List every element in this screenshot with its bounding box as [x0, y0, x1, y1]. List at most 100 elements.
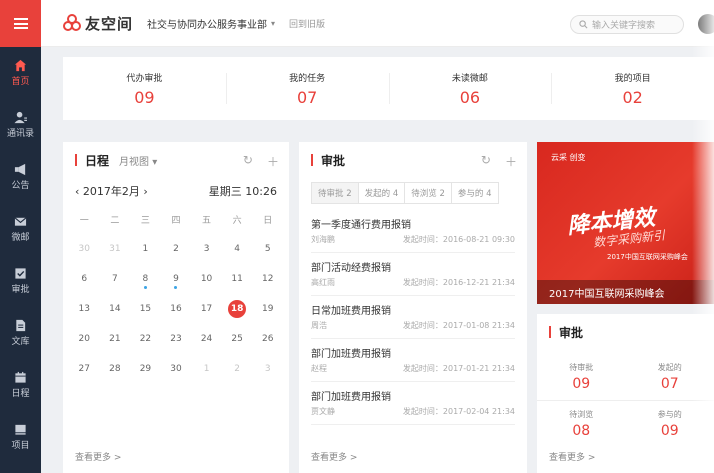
calendar-day[interactable]: 1	[130, 234, 161, 264]
calendar-day[interactable]: 22	[130, 324, 161, 354]
calendar-day[interactable]: 11	[222, 264, 253, 294]
view-more-link[interactable]: 查看更多 >	[549, 450, 595, 463]
day-number: 16	[170, 304, 182, 314]
tab-pending[interactable]: 待审批 2	[312, 183, 359, 203]
day-number: 21	[109, 334, 121, 344]
sidebar-item-approval[interactable]: 审批	[0, 255, 41, 307]
calendar-day[interactable]: 2	[161, 234, 192, 264]
list-item[interactable]: 部门活动经费报销 高红雨 发起时间：2016-12-21 21:34	[311, 253, 515, 296]
logo-icon	[63, 14, 81, 31]
calendar-day[interactable]: 13	[69, 294, 100, 324]
back-to-old-version-link[interactable]: 回到旧版	[289, 17, 325, 30]
prev-month-icon[interactable]: ‹	[75, 185, 79, 198]
calendar-day[interactable]: 20	[69, 324, 100, 354]
calendar-day[interactable]: 28	[100, 354, 131, 384]
stats-bar: 代办审批 09 我的任务 07 未读微邮 06 我的项目 02	[63, 57, 714, 120]
approval-summary-panel: 审批 待审批 09 发起的 07 待浏览 08 参与的 09 查看更多 >	[537, 314, 714, 473]
calendar-day[interactable]: 25	[222, 324, 253, 354]
item-time: 发起时间：2017-01-21 21:34	[402, 364, 515, 373]
sidebar-item-notice[interactable]: 公告	[0, 151, 41, 203]
calendar-day[interactable]: 6	[69, 264, 100, 294]
department-selector[interactable]: 社交与协同办公服务事业部 ▾	[147, 16, 275, 31]
current-datetime: 星期三 10:26	[208, 185, 277, 198]
calendar-day[interactable]: 31	[100, 234, 131, 264]
day-number: 24	[200, 334, 213, 344]
calendar-grid: 一二三四五六日 30 31 1 2 3 4 5 6 7 8 9 10 11 12 13 14 15 16 17 18 19…	[63, 204, 289, 384]
calendar-day[interactable]: 29	[130, 354, 161, 384]
calendar-day[interactable]: 23	[161, 324, 192, 354]
list-item[interactable]: 第一季度通行费用报销 刘海鹏 发起时间：2016-08-21 09:30	[311, 210, 515, 253]
stat-pending-approval[interactable]: 代办审批 09	[63, 57, 226, 120]
calendar-day[interactable]: 18	[222, 294, 253, 324]
summary-to-browse[interactable]: 待浏览 08	[537, 400, 626, 446]
sidebar-item-label: 文库	[11, 337, 30, 347]
megaphone-icon	[14, 163, 26, 176]
calendar-day[interactable]: 10	[191, 264, 222, 294]
summary-participated[interactable]: 参与的 09	[625, 400, 714, 446]
promo-banner[interactable]: 云采 创变 降本增效 数字采购新引 2017中国互联网采购峰会 2017中国互联…	[537, 142, 714, 304]
list-item[interactable]: 日常加班费用报销 周浩 发起时间：2017-01-08 21:34	[311, 296, 515, 339]
calendar-day[interactable]: 5	[252, 234, 283, 264]
calendar-day[interactable]: 9	[161, 264, 192, 294]
next-month-icon[interactable]: ›	[143, 185, 147, 198]
calendar-day[interactable]: 27	[69, 354, 100, 384]
app-logo[interactable]: 友空间	[63, 13, 133, 34]
item-meta: 高红雨 发起时间：2016-12-21 21:34	[311, 277, 515, 288]
stat-my-projects[interactable]: 我的项目 02	[551, 57, 714, 120]
summary-pending[interactable]: 待审批 09	[537, 354, 626, 400]
hamburger-icon	[13, 18, 28, 29]
calendar-day[interactable]: 14	[100, 294, 131, 324]
calendar-day[interactable]: 3	[252, 354, 283, 384]
calendar-day[interactable]: 30	[161, 354, 192, 384]
avatar[interactable]	[698, 14, 714, 34]
calendar-day[interactable]: 26	[252, 324, 283, 354]
contacts-icon	[14, 111, 27, 124]
refresh-icon[interactable]: ↻	[243, 153, 253, 170]
tab-participated[interactable]: 参与的 4	[452, 183, 498, 203]
stat-unread-mail[interactable]: 未读微邮 06	[388, 57, 552, 120]
day-number: 19	[261, 304, 274, 314]
summary-initiated[interactable]: 发起的 07	[626, 354, 714, 400]
calendar-day[interactable]: 7	[100, 264, 131, 294]
sidebar-item-schedule[interactable]: 日程	[0, 359, 41, 411]
logo-text: 友空间	[85, 14, 134, 33]
calendar-day[interactable]: 17	[191, 294, 222, 324]
list-item[interactable]: 部门加班费用报销 赵程 发起时间：2017-01-21 21:34	[311, 339, 515, 382]
sidebar-item-contacts[interactable]: 通讯录	[0, 99, 41, 151]
menu-button[interactable]	[0, 0, 41, 47]
sidebar-item-library[interactable]: 文库	[0, 307, 41, 359]
list-item[interactable]: 部门加班费用报销 贾文静 发起时间：2017-02-04 21:34	[311, 382, 515, 425]
sidebar-item-project[interactable]: 项目	[0, 411, 41, 463]
stat-my-tasks[interactable]: 我的任务 07	[225, 57, 389, 120]
tab-to-browse[interactable]: 待浏览 2	[405, 183, 452, 203]
stat-label: 我的项目	[614, 73, 651, 84]
view-selector[interactable]: 月视图 ▾	[119, 153, 157, 168]
view-more-link[interactable]: 查看更多 >	[311, 450, 357, 463]
calendar-day[interactable]: 1	[191, 354, 222, 384]
calendar-day[interactable]: 8	[130, 264, 161, 294]
calendar-day[interactable]: 21	[100, 324, 131, 354]
search-input[interactable]: 输入关键字搜索	[570, 15, 684, 34]
tab-initiated[interactable]: 发起的 4	[359, 183, 406, 203]
add-icon[interactable]: ＋	[267, 153, 279, 170]
sidebar-item-mail[interactable]: 微邮	[0, 203, 41, 255]
calendar-day[interactable]: 24	[191, 324, 222, 354]
calendar-day[interactable]: 19	[252, 294, 283, 324]
calendar-day[interactable]: 15	[130, 294, 161, 324]
view-more-link[interactable]: 查看更多 >	[75, 450, 121, 463]
calendar-day[interactable]: 4	[222, 234, 253, 264]
sidebar-item-home[interactable]: 首页	[0, 47, 41, 99]
calendar-day[interactable]: 30	[69, 234, 100, 264]
document-icon	[16, 319, 26, 332]
calendar-day[interactable]: 2	[222, 354, 253, 384]
day-number: 20	[78, 334, 90, 344]
calendar-day[interactable]: 16	[161, 294, 192, 324]
item-time: 发起时间：2016-08-21 09:30	[402, 235, 515, 244]
day-number: 14	[109, 304, 121, 314]
add-icon[interactable]: ＋	[505, 153, 517, 170]
calendar-day[interactable]: 12	[252, 264, 283, 294]
day-number: 30	[170, 364, 182, 374]
refresh-icon[interactable]: ↻	[481, 153, 491, 170]
calendar-day[interactable]: 3	[191, 234, 222, 264]
approval-summary-header: 审批	[537, 314, 714, 350]
